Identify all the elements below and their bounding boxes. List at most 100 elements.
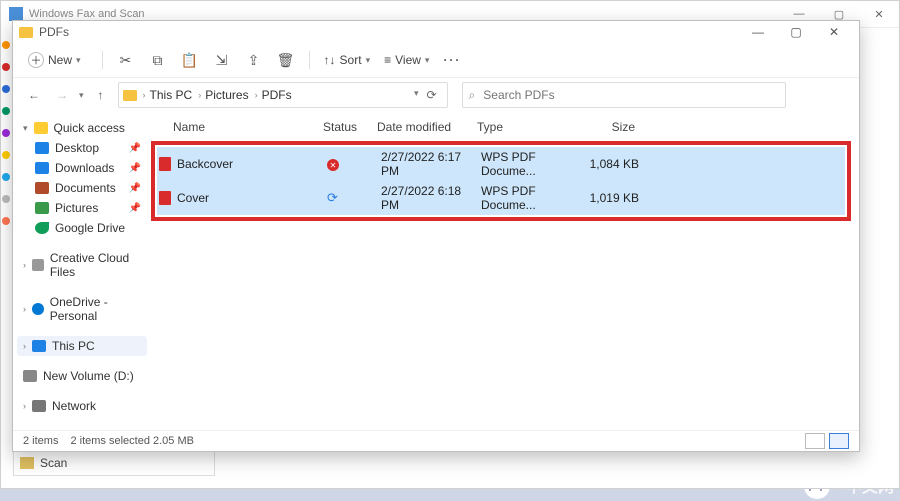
minimize-button[interactable]: — <box>739 21 777 43</box>
delete-icon[interactable]: 🗑 <box>277 52 295 69</box>
pin-icon: 📌 <box>129 163 141 174</box>
chevron-down-icon: ▾ <box>425 55 430 66</box>
sidebar-item-quick-access[interactable]: ▾ Quick access <box>17 118 147 138</box>
column-headers[interactable]: Name Status Date modified Type Size <box>151 116 859 139</box>
sidebar-item-downloads[interactable]: Downloads 📌 <box>17 158 147 178</box>
cut-icon[interactable]: ✂ <box>117 52 135 69</box>
rename-icon[interactable]: ⇲ <box>213 52 231 69</box>
folder-icon <box>19 27 33 38</box>
network-icon <box>32 400 46 412</box>
column-name[interactable]: Name <box>173 120 323 134</box>
breadcrumb[interactable]: Pictures <box>205 88 248 102</box>
sidebar-item-label: OneDrive - Personal <box>50 295 141 323</box>
item-count: 2 items <box>23 435 58 447</box>
sidebar-item-label: Pictures <box>55 201 98 215</box>
chevron-right-icon: › <box>255 90 258 100</box>
address-dropdown-icon[interactable]: ▾ <box>414 88 419 102</box>
file-size: 1,084 KB <box>581 157 639 171</box>
chevron-down-icon: ▾ <box>366 55 371 66</box>
pdf-icon <box>159 191 171 205</box>
sidebar-item-network[interactable]: ›Network <box>17 396 147 416</box>
status-sync-icon: ⟳ <box>327 190 338 206</box>
bg-close-button[interactable]: ✕ <box>859 1 899 27</box>
file-type: WPS PDF Docume... <box>481 150 581 178</box>
sidebar-item-documents[interactable]: Documents📌 <box>17 178 147 198</box>
sidebar-item-desktop[interactable]: Desktop📌 <box>17 138 147 158</box>
breadcrumb[interactable]: PDFs <box>262 88 292 102</box>
file-size: 1,019 KB <box>581 191 639 205</box>
sidebar-item-label: Documents <box>55 181 116 195</box>
chevron-right-icon: › <box>23 401 26 411</box>
breadcrumb[interactable]: This PC <box>150 88 193 102</box>
thumbnails-view-button[interactable] <box>829 433 849 449</box>
pictures-icon <box>35 202 49 214</box>
bg-app-icon <box>9 7 23 21</box>
column-date[interactable]: Date modified <box>377 120 477 134</box>
details-view-button[interactable] <box>805 433 825 449</box>
file-row[interactable]: Backcover ✕ 2/27/2022 6:17 PM WPS PDF Do… <box>157 147 845 181</box>
search-box[interactable]: ⌕ <box>462 82 786 108</box>
file-type: WPS PDF Docume... <box>481 184 581 212</box>
maximize-button[interactable]: ▢ <box>777 21 815 43</box>
star-icon <box>34 122 48 134</box>
history-chevron-icon[interactable]: ▾ <box>79 90 84 101</box>
sidebar-item-label: Google Drive <box>55 221 125 235</box>
pdf-icon <box>159 157 171 171</box>
paste-icon[interactable]: 📋 <box>181 52 199 69</box>
sort-menu[interactable]: ↑↓ Sort ▾ <box>324 53 371 67</box>
close-button[interactable]: ✕ <box>815 21 853 43</box>
plus-icon: ＋ <box>28 52 44 68</box>
toolbar: ＋ New ▾ ✂ ⧉ 📋 ⇲ ⇪ 🗑 ↑↓ Sort ▾ ≡ View ▾ ·… <box>13 43 859 78</box>
new-label: New <box>48 53 72 67</box>
sidebar-item-google-drive[interactable]: Google Drive <box>17 218 147 238</box>
bg-side-icons <box>1 27 11 446</box>
file-name: Backcover <box>177 157 327 171</box>
drive-icon <box>23 370 37 382</box>
share-icon[interactable]: ⇪ <box>245 52 263 69</box>
bg-panel-scan[interactable]: Scan <box>14 451 214 475</box>
address-bar[interactable]: › This PC › Pictures › PDFs ▾ ⟳ <box>118 82 448 108</box>
google-drive-icon <box>35 222 49 234</box>
onedrive-icon <box>32 303 44 315</box>
sidebar-item-pictures[interactable]: Pictures 📌 <box>17 198 147 218</box>
explorer-titlebar[interactable]: PDFs — ▢ ✕ <box>13 21 859 43</box>
view-icon: ≡ <box>384 53 391 67</box>
sort-icon: ↑↓ <box>324 53 336 67</box>
column-size[interactable]: Size <box>577 120 635 134</box>
downloads-icon <box>35 162 49 174</box>
file-row[interactable]: Cover ⟳ 2/27/2022 6:18 PM WPS PDF Docume… <box>157 181 845 215</box>
sidebar-item-new-volume[interactable]: New Volume (D:) <box>17 366 147 386</box>
chevron-right-icon: › <box>143 90 146 100</box>
search-input[interactable] <box>481 87 778 103</box>
column-status[interactable]: Status <box>323 120 377 134</box>
sidebar-item-onedrive[interactable]: › OneDrive - Personal <box>17 292 147 326</box>
refresh-button[interactable]: ⟳ <box>426 88 436 102</box>
folder-icon <box>123 90 137 101</box>
new-button[interactable]: ＋ New ▾ <box>21 48 88 72</box>
forward-button[interactable]: → <box>51 84 73 106</box>
column-type[interactable]: Type <box>477 120 577 134</box>
window-title: PDFs <box>39 25 69 39</box>
up-button[interactable]: ↑ <box>90 84 112 106</box>
view-menu[interactable]: ≡ View ▾ <box>384 53 429 67</box>
desktop-icon <box>35 142 49 154</box>
more-button[interactable]: ··· <box>443 53 461 67</box>
sidebar-item-label: Downloads <box>55 161 114 175</box>
pin-icon: 📌 <box>129 203 141 214</box>
copy-icon[interactable]: ⧉ <box>149 52 167 69</box>
sidebar-item-this-pc[interactable]: ›This PC <box>17 336 147 356</box>
chevron-right-icon: › <box>23 304 26 314</box>
file-date: 2/27/2022 6:17 PM <box>381 150 481 178</box>
pin-icon: 📌 <box>129 143 141 154</box>
search-icon: ⌕ <box>469 88 476 103</box>
chevron-right-icon: › <box>198 90 201 100</box>
folder-icon <box>32 259 44 271</box>
status-bar: 2 items 2 items selected 2.05 MB <box>13 430 859 451</box>
documents-icon <box>35 182 49 194</box>
back-button[interactable]: ← <box>23 84 45 106</box>
chevron-down-icon: ▾ <box>76 55 81 66</box>
file-list-area: Name Status Date modified Type Size Back… <box>151 112 859 430</box>
file-explorer-window: PDFs — ▢ ✕ ＋ New ▾ ✂ ⧉ 📋 ⇲ ⇪ 🗑 ↑↓ Sort <box>12 20 860 452</box>
sidebar-item-creative-cloud[interactable]: ›Creative Cloud Files <box>17 248 147 282</box>
highlight-annotation: Backcover ✕ 2/27/2022 6:17 PM WPS PDF Do… <box>151 141 851 221</box>
